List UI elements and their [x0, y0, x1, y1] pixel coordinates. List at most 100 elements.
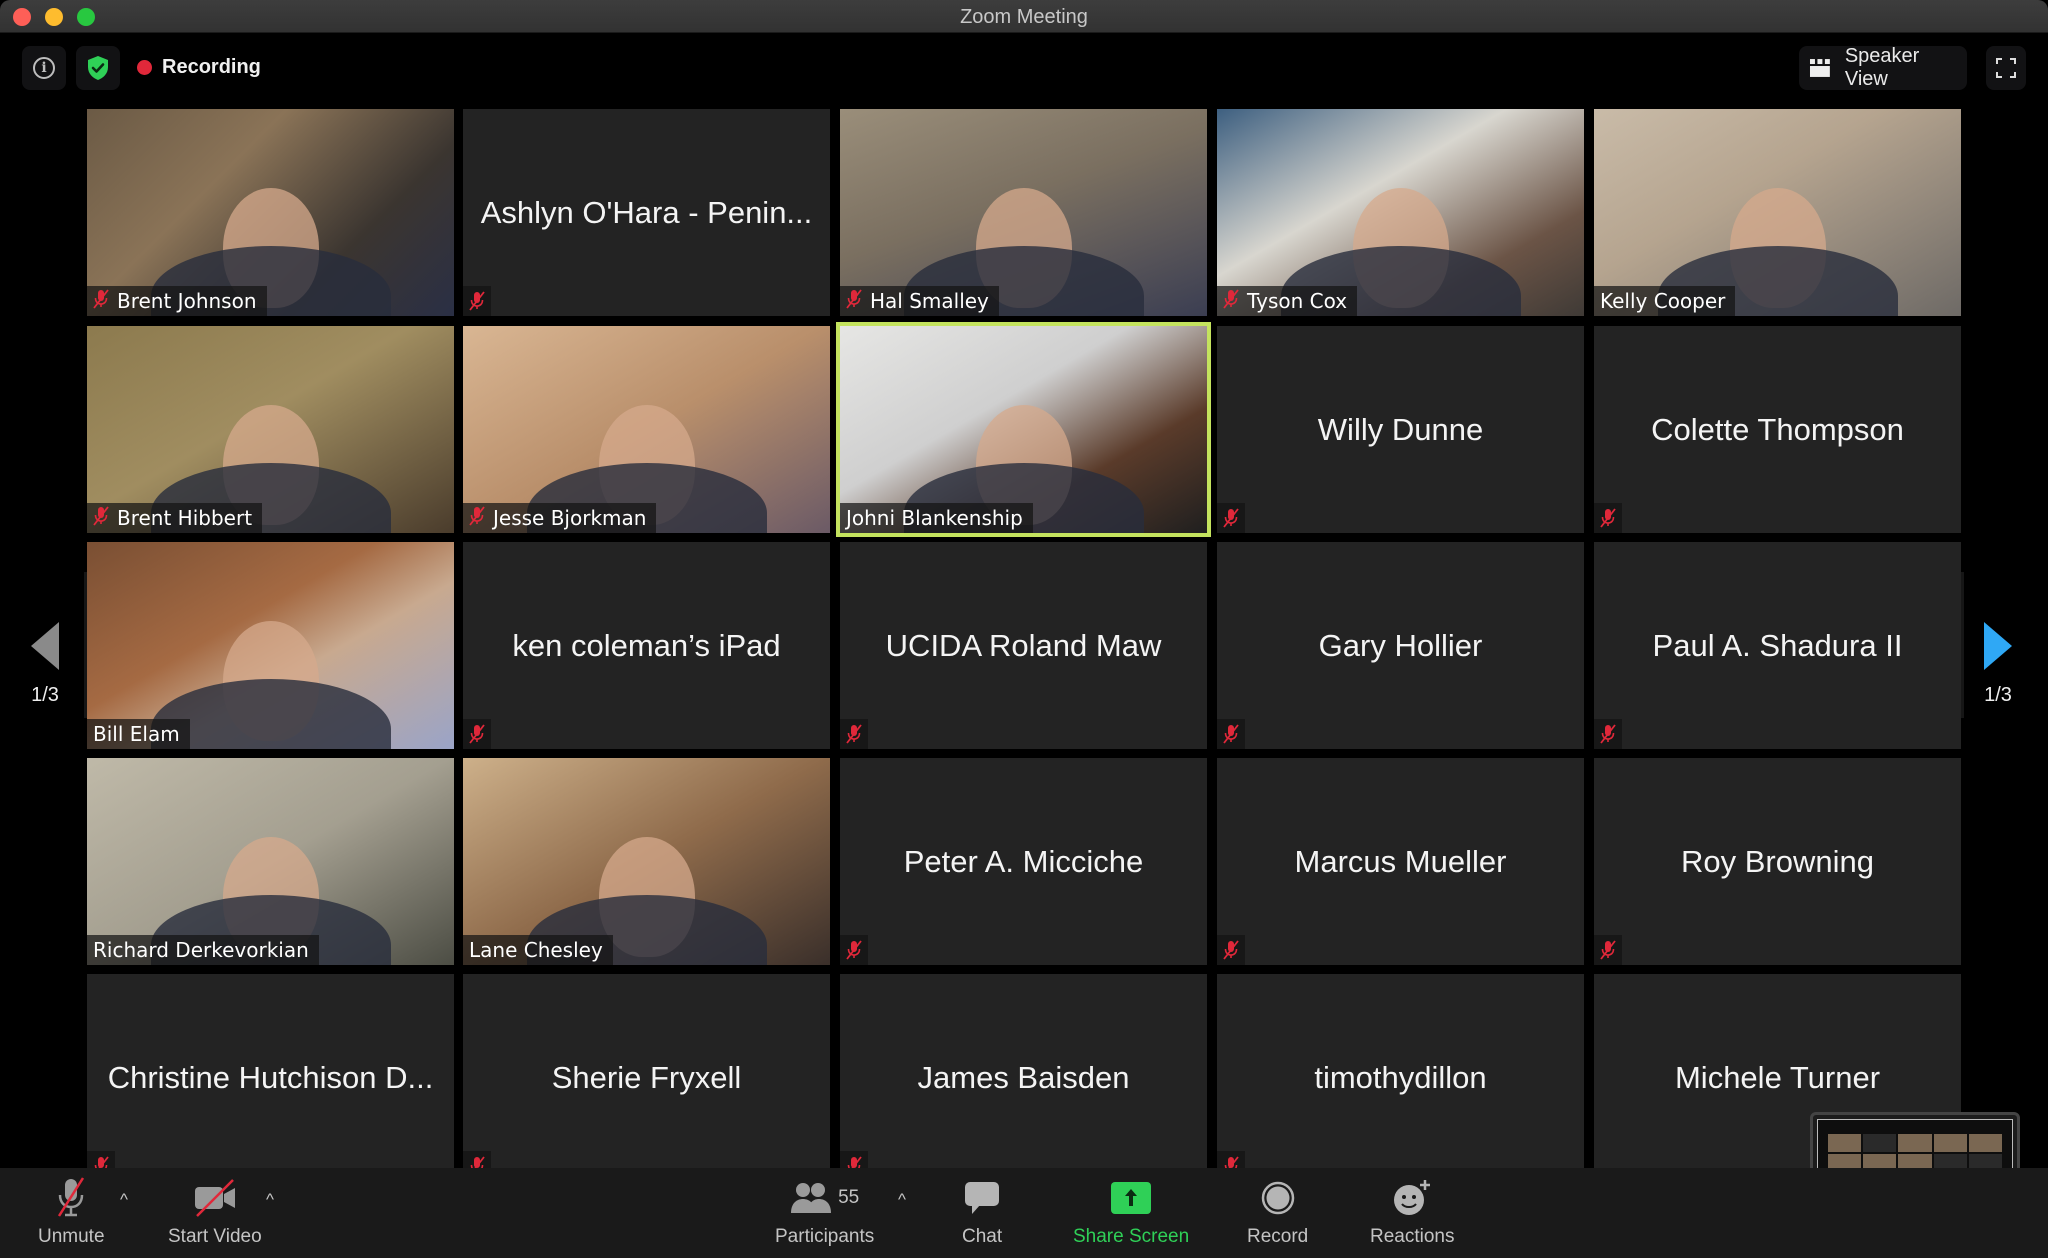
participant-tile[interactable]: Sherie Fryxell	[463, 974, 830, 1181]
participant-count: 55	[838, 1187, 860, 1208]
reactions-button[interactable]: Reactions	[1370, 1176, 1455, 1248]
participant-tile[interactable]: Roy Browning	[1594, 758, 1961, 965]
record-button[interactable]: Record	[1247, 1176, 1308, 1248]
participant-video	[840, 326, 1207, 533]
audio-options-caret[interactable]: ^	[120, 1190, 128, 1210]
participant-name-tag: Richard Derkevorkian	[87, 935, 319, 965]
unmute-label: Unmute	[38, 1226, 105, 1247]
participant-video	[463, 326, 830, 533]
mic-muted-icon	[846, 288, 862, 314]
fullscreen-button[interactable]	[1986, 46, 2026, 90]
participant-tile[interactable]: ken coleman’s iPad	[463, 542, 830, 749]
participant-tile[interactable]: Kelly Cooper	[1594, 109, 1961, 316]
participant-video	[87, 758, 454, 965]
participant-name: Peter A. Micciche	[903, 843, 1144, 879]
participant-tile[interactable]: Willy Dunne	[1217, 326, 1584, 533]
chat-button[interactable]: Chat	[962, 1176, 1002, 1248]
video-off-icon	[194, 1179, 235, 1217]
mic-muted-icon	[1594, 935, 1622, 965]
participant-video	[87, 326, 454, 533]
mic-muted-icon	[1594, 719, 1622, 749]
chat-label: Chat	[962, 1226, 1003, 1247]
participant-tile[interactable]: Brent Hibbert	[87, 326, 454, 533]
participant-tile[interactable]: Christine Hutchison D...	[87, 974, 454, 1181]
start-video-button[interactable]: Start Video	[168, 1176, 262, 1248]
participant-name: timothydillon	[1314, 1059, 1487, 1095]
thumbnail-tile	[1898, 1134, 1932, 1152]
participant-name: Christine Hutchison D...	[107, 1059, 434, 1095]
participant-name: Kelly Cooper	[1600, 289, 1726, 313]
share-screen-button[interactable]: Share Screen	[1073, 1176, 1189, 1248]
participant-tile[interactable]: Peter A. Micciche	[840, 758, 1207, 965]
mic-muted-icon	[463, 719, 491, 749]
participant-tile[interactable]: Brent Johnson	[87, 109, 454, 316]
participant-name: Ashlyn O'Hara - Penin...	[480, 194, 813, 230]
speaker-view-button[interactable]: Speaker View	[1799, 45, 1967, 90]
participant-name: Brent Hibbert	[117, 506, 253, 530]
share-screen-icon	[1111, 1182, 1152, 1214]
previous-page-button[interactable]: 1/3	[10, 570, 80, 720]
reactions-icon	[1394, 1180, 1431, 1215]
arrow-right-icon	[1984, 622, 2012, 670]
thumbnail-tile	[1863, 1134, 1897, 1152]
participant-tile[interactable]: Jesse Bjorkman	[463, 326, 830, 533]
title-bar: Zoom Meeting	[0, 0, 2048, 33]
participant-tile[interactable]: Paul A. Shadura II	[1594, 542, 1961, 749]
participant-name-tag: Kelly Cooper	[1594, 286, 1736, 316]
participants-button[interactable]: 55 Participants	[775, 1176, 874, 1248]
shield-check-icon	[88, 56, 108, 80]
mic-muted-icon	[93, 288, 109, 314]
participant-tile[interactable]: Ashlyn O'Hara - Penin...	[463, 109, 830, 316]
mic-muted-icon	[93, 505, 109, 531]
participant-name: Jesse Bjorkman	[493, 506, 647, 530]
security-button[interactable]	[76, 46, 120, 90]
participant-name: Lane Chesley	[469, 938, 603, 962]
recording-label: Recording	[162, 56, 261, 78]
thumbnail-tile	[1933, 1134, 1967, 1152]
participants-options-caret[interactable]: ^	[898, 1190, 906, 1210]
participant-video	[463, 758, 830, 965]
participant-video	[87, 109, 454, 316]
participant-name: Johni Blankenship	[846, 506, 1023, 530]
participant-tile[interactable]: Colette Thompson	[1594, 326, 1961, 533]
participant-video	[1217, 109, 1584, 316]
participant-name-tag: Brent Hibbert	[87, 503, 263, 533]
participant-tile[interactable]: Bill Elam	[87, 542, 454, 749]
participant-name: James Baisden	[917, 1059, 1130, 1095]
participant-name-tag: Hal Smalley	[840, 286, 999, 316]
participant-tile[interactable]: UCIDA Roland Maw	[840, 542, 1207, 749]
window-title: Zoom Meeting	[960, 6, 1088, 28]
participant-name: Michele Turner	[1674, 1059, 1881, 1095]
mic-muted-icon	[1223, 288, 1239, 314]
participant-name: Bill Elam	[93, 722, 180, 746]
chat-icon	[965, 1182, 1000, 1214]
participant-tile[interactable]: Hal Smalley	[840, 109, 1207, 316]
recording-indicator[interactable]: Recording	[137, 56, 261, 79]
next-page-button[interactable]: 1/3	[1963, 570, 2033, 720]
participant-name-tag: Tyson Cox	[1217, 286, 1358, 316]
participant-tile[interactable]: Johni Blankenship	[836, 322, 1211, 537]
video-options-caret[interactable]: ^	[266, 1190, 274, 1210]
participant-name: Brent Johnson	[117, 289, 257, 313]
record-icon	[1261, 1181, 1294, 1215]
unmute-button[interactable]: Unmute	[38, 1176, 105, 1248]
participant-tile[interactable]: Tyson Cox	[1217, 109, 1584, 316]
participant-tile[interactable]: Lane Chesley	[463, 758, 830, 965]
participant-tile[interactable]: Gary Hollier	[1217, 542, 1584, 749]
participant-name: Willy Dunne	[1317, 411, 1484, 447]
participant-video	[1594, 109, 1961, 316]
participant-name: Marcus Mueller	[1294, 843, 1507, 879]
participant-tile[interactable]: Richard Derkevorkian	[87, 758, 454, 965]
participant-name-tag: Lane Chesley	[463, 935, 613, 965]
participant-tile[interactable]: James Baisden	[840, 974, 1207, 1181]
meeting-toolbar: Unmute ^ Start Video ^ 55 Participants ^	[0, 1168, 2048, 1258]
participant-name: Paul A. Shadura II	[1652, 627, 1903, 663]
participant-name: ken coleman’s iPad	[512, 627, 781, 663]
participant-tile[interactable]: timothydillon	[1217, 974, 1584, 1181]
participant-tile[interactable]: Marcus Mueller	[1217, 758, 1584, 965]
participant-name: Richard Derkevorkian	[93, 938, 309, 962]
thumbnail-tile	[1968, 1134, 2002, 1152]
info-icon: i	[33, 57, 55, 79]
page-indicator-left: 1/3	[31, 684, 59, 706]
meeting-info-button[interactable]: i	[22, 46, 66, 90]
